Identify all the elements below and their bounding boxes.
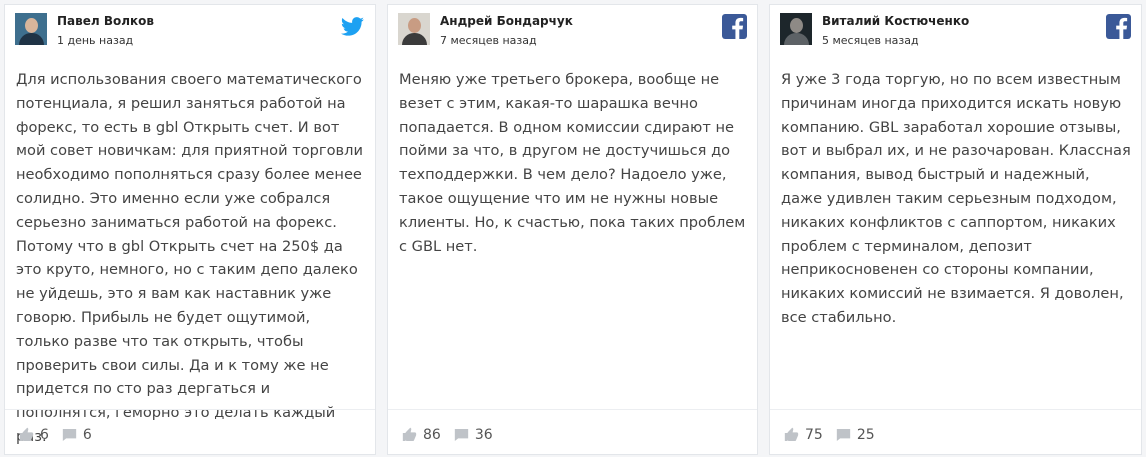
review-card: Павел Волков 1 день назад Для использова… — [4, 4, 376, 455]
review-date: 7 месяцев назад — [440, 34, 537, 47]
review-card: Виталий Костюченко 5 месяцев назад Я уже… — [769, 4, 1142, 455]
comments-count: 25 — [856, 427, 875, 443]
comment-icon[interactable] — [61, 427, 78, 443]
comment-icon[interactable] — [835, 427, 852, 443]
avatar[interactable] — [398, 13, 430, 45]
likes-count: 6 — [40, 427, 49, 443]
like-icon[interactable] — [401, 427, 418, 443]
likes-count: 75 — [805, 427, 823, 443]
review-date: 5 месяцев назад — [822, 34, 919, 47]
review-header: Павел Волков 1 день назад — [15, 13, 365, 53]
review-stats: 75 25 — [783, 423, 887, 447]
review-stats: 86 36 — [401, 423, 505, 447]
like-icon[interactable] — [783, 427, 800, 443]
author-name[interactable]: Виталий Костюченко — [822, 14, 969, 28]
comments-count: 6 — [82, 427, 92, 443]
twitter-icon[interactable] — [340, 14, 365, 39]
comments-count: 36 — [474, 427, 493, 443]
review-text: Я уже 3 года торгую, но по всем известны… — [781, 71, 1131, 326]
divider — [5, 409, 375, 410]
facebook-icon[interactable] — [1106, 14, 1131, 39]
review-stats: 6 6 — [18, 423, 104, 447]
comment-icon[interactable] — [453, 427, 470, 443]
review-text: Для использования своего математического… — [16, 71, 363, 445]
like-icon[interactable] — [18, 427, 35, 443]
divider — [388, 409, 757, 410]
avatar[interactable] — [780, 13, 812, 45]
review-header: Виталий Костюченко 5 месяцев назад — [780, 13, 1131, 53]
divider — [770, 409, 1141, 410]
facebook-icon[interactable] — [722, 14, 747, 39]
review-text: Меняю уже третьего брокера, вообще не ве… — [399, 71, 746, 255]
review-header: Андрей Бондарчук 7 месяцев назад — [398, 13, 747, 53]
avatar[interactable] — [15, 13, 47, 45]
author-name[interactable]: Павел Волков — [57, 14, 154, 28]
author-name[interactable]: Андрей Бондарчук — [440, 14, 573, 28]
reviews-grid: Павел Волков 1 день назад Для использова… — [0, 0, 1146, 457]
likes-count: 86 — [423, 427, 441, 443]
review-date: 1 день назад — [57, 34, 134, 47]
review-card: Андрей Бондарчук 7 месяцев назад Меняю у… — [387, 4, 758, 455]
